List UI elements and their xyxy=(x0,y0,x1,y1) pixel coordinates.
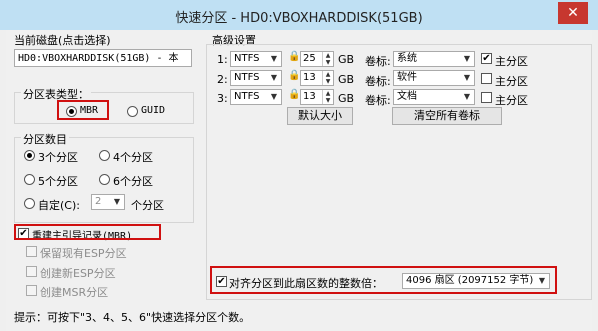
align-highlight xyxy=(210,266,557,294)
row1-size-value: 25 xyxy=(303,53,316,64)
partition-count-caption: 分区数目 xyxy=(21,131,69,147)
chevron-down-icon: ▼ xyxy=(463,54,471,63)
spinner-icon[interactable]: ▲ ▼ xyxy=(322,71,333,85)
count-5-label: 5个分区 xyxy=(38,175,78,188)
row1-fs-value: NTFS xyxy=(234,53,260,64)
count-5-radio[interactable] xyxy=(24,174,35,185)
row1-label-value: 系统 xyxy=(397,53,417,64)
row3-number: 3: xyxy=(217,92,228,105)
guid-label: GUID xyxy=(141,105,166,116)
create-msr-label: 创建MSR分区 xyxy=(40,286,109,299)
row2-unit: GB xyxy=(338,73,355,86)
row3-label-caption: 卷标: xyxy=(365,94,391,107)
count-6-radio[interactable] xyxy=(99,174,110,185)
row1-unit: GB xyxy=(338,53,355,66)
disk-selector[interactable]: HD0:VBOXHARDDISK(51GB) - 本 xyxy=(14,49,192,67)
chevron-down-icon: ▼ xyxy=(463,73,471,82)
row2-size-value: 13 xyxy=(303,72,316,83)
hint-text: 提示：可按下"3、4、5、6"快速选择分区个数。 xyxy=(14,311,251,324)
default-size-button[interactable]: 默认大小 xyxy=(287,107,353,125)
count-3-radio[interactable] xyxy=(24,150,35,161)
disk-caption: 当前磁盘(点击选择) xyxy=(14,34,111,47)
row2-primary-label: 主分区 xyxy=(495,75,528,88)
row1-label-caption: 卷标: xyxy=(365,55,391,68)
row2-number: 2: xyxy=(217,73,228,86)
row3-label-value: 文档 xyxy=(397,91,417,102)
count-4-radio[interactable] xyxy=(99,150,110,161)
row3-unit: GB xyxy=(338,92,355,105)
row2-size-input[interactable]: 13 ▲ ▼ xyxy=(300,70,334,86)
create-esp-checkbox xyxy=(26,266,37,277)
custom-count-select: 2 ▼ xyxy=(91,194,125,210)
mbr-highlight xyxy=(57,100,109,120)
chevron-down-icon: ▼ xyxy=(270,92,278,101)
chevron-down-icon: ▼ xyxy=(270,54,278,63)
row2-primary-checkbox[interactable] xyxy=(481,73,492,84)
row1-label-select[interactable]: 系统 ▼ xyxy=(393,51,475,67)
window-title: 快速分区 - HD0:VBOXHARDDISK(51GB) xyxy=(175,11,423,26)
custom-count-value: 2 xyxy=(95,196,102,207)
count-custom-label: 自定(C): xyxy=(38,199,80,212)
lock-icon[interactable]: 🔒 xyxy=(288,70,300,82)
custom-count-unit: 个分区 xyxy=(131,199,164,212)
lock-icon[interactable]: 🔒 xyxy=(288,51,300,63)
lock-icon[interactable]: 🔒 xyxy=(288,89,300,101)
guid-radio[interactable] xyxy=(127,106,138,117)
keep-esp-checkbox xyxy=(26,246,37,257)
row2-label-select[interactable]: 软件 ▼ xyxy=(393,70,475,86)
rebuild-mbr-highlight xyxy=(14,224,161,240)
row1-number: 1: xyxy=(217,53,228,66)
row3-size-value: 13 xyxy=(303,91,316,102)
create-msr-checkbox xyxy=(26,285,37,296)
keep-esp-label: 保留现有ESP分区 xyxy=(40,247,127,260)
row1-primary-checkbox[interactable]: ✔ xyxy=(481,53,492,64)
row2-label-value: 软件 xyxy=(397,72,417,83)
row1-fs-select[interactable]: NTFS ▼ xyxy=(230,51,282,67)
row3-fs-select[interactable]: NTFS ▼ xyxy=(230,89,282,105)
title-bar: 快速分区 - HD0:VBOXHARDDISK(51GB) ✕ xyxy=(0,0,598,30)
row2-label-caption: 卷标: xyxy=(365,75,391,88)
row1-size-input[interactable]: 25 ▲ ▼ xyxy=(300,51,334,67)
row3-label-select[interactable]: 文档 ▼ xyxy=(393,89,475,105)
row2-fs-select[interactable]: NTFS ▼ xyxy=(230,70,282,86)
close-button[interactable]: ✕ xyxy=(558,2,588,24)
clear-labels-button[interactable]: 清空所有卷标 xyxy=(392,107,502,125)
count-custom-radio[interactable] xyxy=(24,198,35,209)
count-3-label: 3个分区 xyxy=(38,151,78,164)
count-4-label: 4个分区 xyxy=(113,151,153,164)
chevron-down-icon: ▼ xyxy=(463,92,471,101)
count-6-label: 6个分区 xyxy=(113,175,153,188)
row3-size-input[interactable]: 13 ▲ ▼ xyxy=(300,89,334,105)
chevron-down-icon: ▼ xyxy=(270,73,278,82)
create-esp-label: 创建新ESP分区 xyxy=(40,267,116,280)
spinner-icon[interactable]: ▲ ▼ xyxy=(322,52,333,66)
spinner-icon[interactable]: ▲ ▼ xyxy=(322,90,333,104)
row3-primary-checkbox[interactable] xyxy=(481,92,492,103)
row3-fs-value: NTFS xyxy=(234,91,260,102)
chevron-down-icon: ▼ xyxy=(113,197,121,206)
row3-primary-label: 主分区 xyxy=(495,94,528,107)
row1-primary-label: 主分区 xyxy=(495,55,528,68)
row2-fs-value: NTFS xyxy=(234,72,260,83)
